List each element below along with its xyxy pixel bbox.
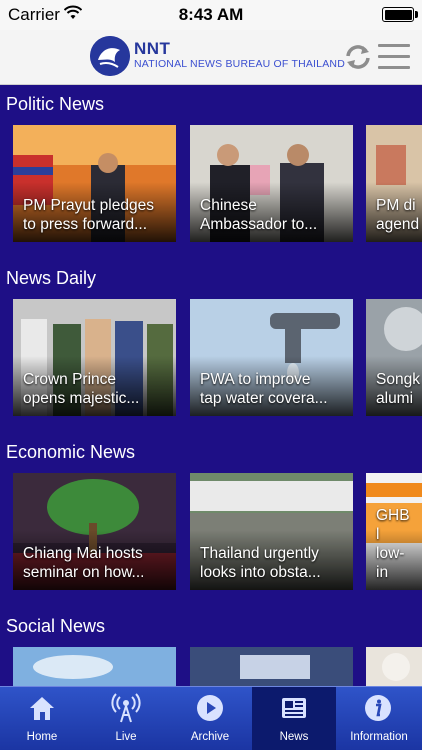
- section-title-social: Social News: [6, 616, 106, 636]
- news-caption: Songk alumi: [376, 371, 420, 407]
- tab-label: Information: [350, 731, 408, 743]
- news-caption: PM di agend: [376, 197, 420, 233]
- tab-label: Home: [26, 731, 58, 743]
- tab-information[interactable]: Information: [336, 687, 422, 750]
- news-card[interactable]: Chinese Ambassador to...: [190, 125, 353, 242]
- logo-subtitle: NATIONAL NEWS BUREAU OF THAILAND: [134, 58, 345, 70]
- section-title-politic: Politic News: [6, 94, 105, 114]
- battery-icon: [382, 7, 414, 22]
- news-card[interactable]: PM Prayut pledges to press forward...: [13, 125, 176, 242]
- tab-label: Archive: [190, 731, 230, 743]
- tab-live[interactable]: Live: [84, 687, 168, 750]
- broadcast-icon: [111, 693, 141, 723]
- nnt-logo-icon: [90, 36, 130, 76]
- news-caption: PWA to improve tap water covera...: [200, 371, 328, 407]
- menu-icon[interactable]: [378, 44, 410, 70]
- status-bar: Carrier 8:43 AM: [0, 0, 422, 30]
- news-caption: Chinese Ambassador to...: [200, 197, 318, 233]
- news-card[interactable]: Songk alumi: [366, 299, 422, 416]
- home-icon: [30, 697, 54, 720]
- tab-bar: Home Live Archive News Information: [0, 686, 422, 750]
- news-card[interactable]: PM di agend: [366, 125, 422, 242]
- news-card[interactable]: PWA to improve tap water covera...: [190, 299, 353, 416]
- tab-archive[interactable]: Archive: [168, 687, 252, 750]
- news-caption: Crown Prince opens majestic...: [23, 371, 140, 407]
- section-title-news-daily: News Daily: [6, 268, 97, 288]
- clock: 8:43 AM: [178, 5, 244, 24]
- section-title-economic: Economic News: [6, 442, 136, 462]
- news-caption: GHB l low-in: [376, 507, 410, 581]
- news-caption: Chiang Mai hosts seminar on how...: [23, 545, 145, 581]
- tab-label: Live: [115, 731, 137, 743]
- news-caption: Thailand urgently looks into obsta...: [200, 545, 321, 581]
- info-icon: [365, 695, 391, 721]
- refresh-icon[interactable]: [343, 42, 373, 72]
- app-header: NNT NATIONAL NEWS BUREAU OF THAILAND: [0, 30, 422, 85]
- news-card[interactable]: Thailand urgently looks into obsta...: [190, 473, 353, 590]
- tab-label: News: [279, 731, 309, 743]
- newspaper-icon: [282, 698, 306, 718]
- battery-tip: [415, 11, 418, 18]
- tab-news[interactable]: News: [252, 687, 336, 750]
- logo-title: NNT: [134, 39, 171, 58]
- news-caption: PM Prayut pledges to press forward...: [23, 197, 154, 233]
- news-card[interactable]: Crown Prince opens majestic...: [13, 299, 176, 416]
- play-icon: [197, 695, 223, 721]
- news-card[interactable]: GHB l low-in: [366, 473, 422, 590]
- news-card[interactable]: Chiang Mai hosts seminar on how...: [13, 473, 176, 590]
- tab-home[interactable]: Home: [0, 687, 84, 750]
